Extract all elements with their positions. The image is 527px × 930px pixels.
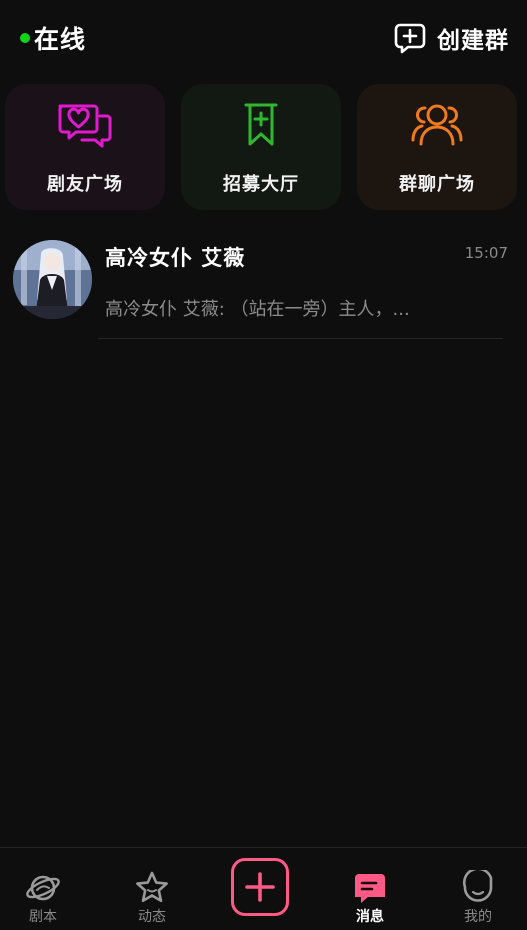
bottom-nav: 剧本 动态 消息 我的 [0,847,527,930]
chat-last-message: 高冷女仆 艾薇: （站在一旁）主人，... [105,299,410,320]
nav-item-script[interactable]: 剧本 [0,848,93,930]
nav-item-feed[interactable]: 动态 [102,848,202,930]
message-icon [355,874,385,903]
create-group-button[interactable]: 创建群 [393,18,509,58]
category-label: 剧友广场 [47,174,123,195]
divider [98,338,503,339]
nav-item-messages[interactable]: 消息 [320,848,420,930]
nav-label: 消息 [356,909,384,925]
category-card-group-plaza[interactable]: 群聊广场 [357,84,517,210]
create-plus-button[interactable] [231,858,289,916]
category-label: 群聊广场 [399,174,475,195]
online-status-dot [20,33,30,43]
messages-screen: 在线 创建群 剧友广场 招募大厅 群聊广场 高冷女仆 艾薇 15:07 高冷女仆… [0,0,527,930]
nav-label: 剧本 [29,909,57,925]
category-card-drama-friends[interactable]: 剧友广场 [5,84,165,210]
chat-timestamp: 15:07 [464,244,508,262]
online-status-label: 在线 [34,25,87,54]
nav-label: 动态 [138,909,166,925]
profile-icon [463,870,493,902]
chat-name: 高冷女仆 艾薇 [105,246,246,270]
chat-list-item[interactable]: 高冷女仆 艾薇 15:07 高冷女仆 艾薇: （站在一旁）主人，... [0,232,527,342]
star-icon [136,871,168,903]
planet-icon [26,875,60,901]
group-people-icon [411,104,463,146]
category-card-recruitment-hall[interactable]: 招募大厅 [181,84,341,210]
plus-icon [245,872,275,902]
heart-chat-icon [58,104,112,148]
avatar-illustration [13,240,92,319]
header: 在线 创建群 [0,0,527,78]
bookmark-plus-icon [244,103,278,146]
category-label: 招募大厅 [223,174,299,195]
nav-item-profile[interactable]: 我的 [428,848,527,930]
avatar [13,240,92,319]
create-group-label: 创建群 [437,28,509,54]
nav-label: 我的 [464,909,492,925]
add-chat-icon [394,23,426,54]
category-cards: 剧友广场 招募大厅 群聊广场 [5,84,522,210]
